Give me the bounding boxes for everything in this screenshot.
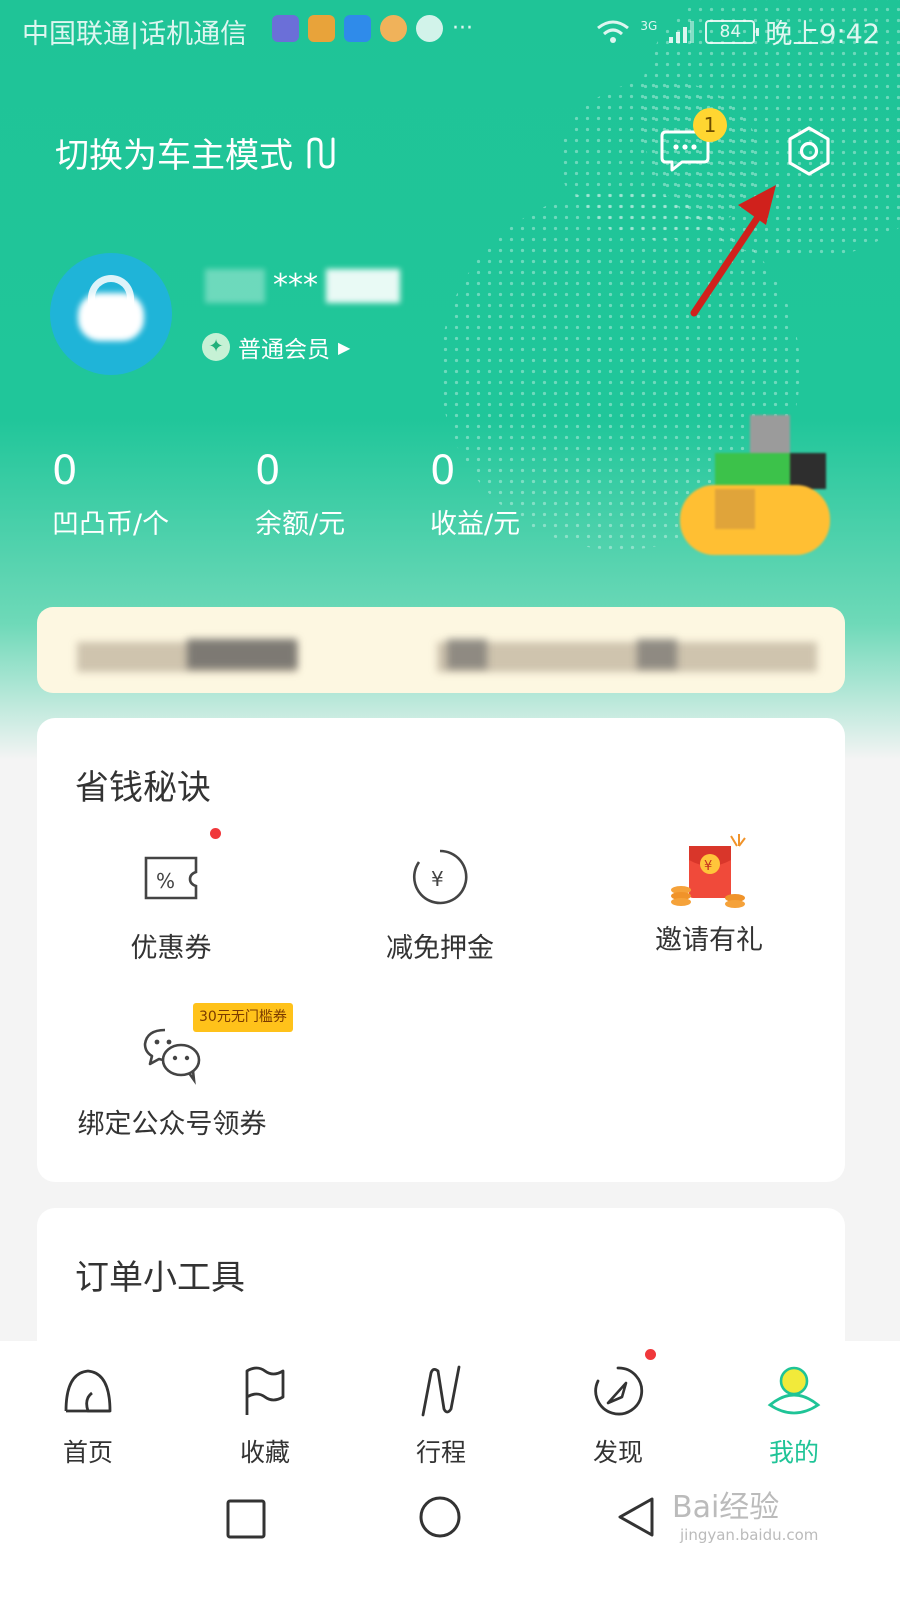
status-bar: 中国联通|话机通信 ··· 3G 84 晚上9:42 [0, 0, 900, 62]
notice-banner[interactable] [37, 607, 845, 693]
watermark-brand: Bai经验 [672, 1490, 780, 1525]
nav-label: 发现 [592, 1438, 643, 1467]
annotation-arrow [690, 185, 776, 317]
app-notification-icon [380, 15, 407, 42]
stat-value: 0 [52, 448, 78, 494]
svg-text:¥: ¥ [431, 867, 444, 891]
stat-label: 凹凸币/个 [52, 509, 170, 540]
profile-icon [767, 1366, 821, 1415]
chat-notification-icon [416, 15, 443, 42]
nav-label: 行程 [415, 1438, 466, 1467]
savings-tips-card: 省钱秘诀 % 优惠券 ¥ 减免押金 ¥ 邀请有礼 绑定公众号领券 [37, 718, 845, 1182]
yuan-circle-icon: ¥ [412, 849, 468, 905]
nav-label: 收藏 [239, 1438, 290, 1467]
swap-icon [307, 136, 335, 169]
chevron-right-icon: ▶ [338, 337, 351, 357]
nav-profile[interactable]: 我的 [739, 1363, 849, 1469]
home-button[interactable] [418, 1495, 462, 1539]
new-indicator-dot [210, 828, 221, 839]
wifi-icon [597, 20, 630, 43]
coupon-item[interactable]: % 优惠券 [71, 828, 271, 965]
app-notification-icon [308, 15, 335, 42]
nav-trips[interactable]: 行程 [386, 1363, 496, 1469]
nav-label: 首页 [62, 1438, 113, 1467]
bottom-navigation: 首页 收藏 行程 发现 我的 [0, 1341, 900, 1475]
app-notification-icon [344, 15, 371, 42]
coupon-tag-badge: 30元无门槛券 [193, 1003, 293, 1032]
avatar[interactable] [50, 253, 172, 375]
coupon-icon: % [144, 856, 198, 900]
member-level-link[interactable]: ✦ 普通会员 ▶ [202, 330, 350, 364]
home-icon [64, 1369, 112, 1413]
compass-icon [594, 1366, 644, 1416]
member-level-text: 普通会员 [238, 337, 330, 363]
more-notifications-text: ··· [452, 16, 473, 41]
username[interactable]: *** [205, 268, 400, 303]
message-count-badge: 1 [693, 108, 727, 142]
stat-coins[interactable]: 0 凹凸币/个 [52, 448, 169, 541]
deposit-waiver-item[interactable]: ¥ 减免押金 [340, 844, 540, 965]
stat-balance[interactable]: 0 余额/元 [255, 448, 345, 541]
route-icon [421, 1365, 461, 1417]
svg-text:%: % [156, 869, 175, 893]
stat-earnings[interactable]: 0 收益/元 [430, 448, 520, 541]
svg-text:¥: ¥ [704, 859, 712, 874]
stat-value: 0 [255, 448, 281, 494]
nav-home[interactable]: 首页 [33, 1363, 143, 1469]
bind-wechat-item[interactable]: 绑定公众号领券 [47, 1020, 297, 1141]
clock-text: 晚上9:42 [765, 19, 880, 50]
invite-gift-item[interactable]: ¥ 邀请有礼 [609, 832, 809, 957]
signal-icon [669, 20, 695, 43]
nav-label: 我的 [768, 1438, 819, 1467]
bind-wechat-label: 绑定公众号领券 [77, 1109, 267, 1140]
carrier-text: 中国联通|话机通信 [22, 19, 248, 50]
network-type-text: 3G [640, 18, 658, 33]
stat-value: 0 [430, 448, 456, 494]
battery-indicator: 84 [705, 19, 760, 44]
settings-gear-icon[interactable] [783, 125, 835, 177]
watermark: Bai经验 jingyan.baidu.com [672, 1482, 818, 1544]
watermark-url: jingyan.baidu.com [680, 1526, 819, 1544]
red-envelope-icon: ¥ [671, 834, 746, 908]
app-notification-icon [272, 15, 299, 42]
member-badge-icon: ✦ [202, 333, 230, 361]
flag-icon [245, 1366, 285, 1415]
coupon-label: 优惠券 [130, 933, 212, 964]
nav-favorites[interactable]: 收藏 [210, 1363, 320, 1469]
nav-discover[interactable]: 发现 [563, 1349, 673, 1469]
card-title: 省钱秘诀 [75, 768, 211, 808]
stat-label: 余额/元 [255, 509, 346, 540]
recent-apps-button[interactable] [224, 1497, 268, 1541]
deposit-waiver-label: 减免押金 [386, 933, 494, 964]
switch-to-owner-mode-button[interactable]: 切换为车主模式 [55, 128, 339, 177]
username-text: *** [273, 268, 318, 303]
new-indicator-dot [645, 1349, 656, 1360]
back-button[interactable] [614, 1495, 658, 1539]
mode-switch-label: 切换为车主模式 [55, 136, 293, 176]
card-title: 订单小工具 [75, 1258, 245, 1298]
promo-banner-blurred[interactable] [680, 415, 830, 563]
invite-gift-label: 邀请有礼 [655, 925, 763, 956]
stat-label: 收益/元 [430, 509, 521, 540]
